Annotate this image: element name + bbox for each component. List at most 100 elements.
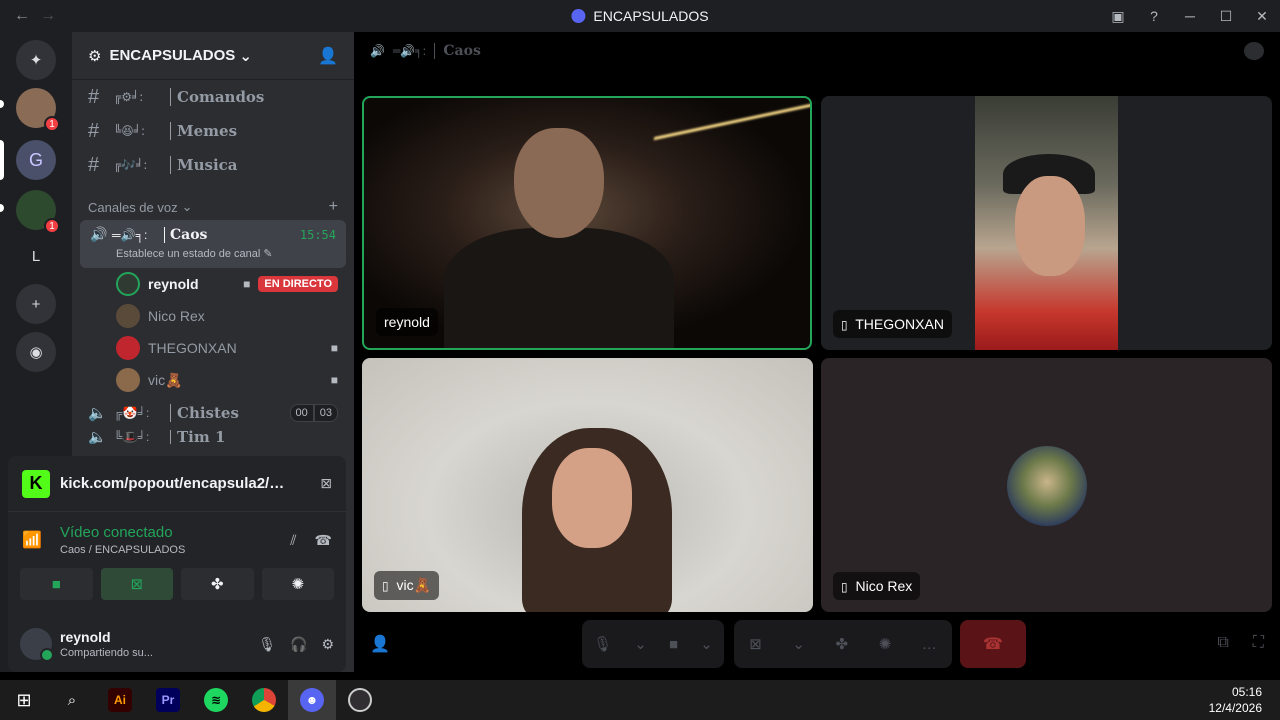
discord-home-icon[interactable]: ✦	[16, 40, 56, 80]
tile-label: ▯ Nico Rex	[833, 572, 921, 600]
tile-label: reynold	[376, 308, 438, 336]
channel-label: Musica	[170, 156, 238, 174]
microphone-icon[interactable]: 🎙	[593, 635, 612, 653]
call-view: 🔊 ═🔊╕: Caos reynold ▯ THEGONXAN ▯ vic🧸 ▯…	[354, 32, 1280, 672]
screen-share-button[interactable]: ⊠	[100, 568, 173, 600]
video-tile-nico-rex[interactable]: ▯ Nico Rex	[821, 358, 1272, 612]
popout-icon[interactable]: ⧉	[1217, 634, 1228, 652]
video-tile-thegonxan[interactable]: ▯ THEGONXAN	[821, 96, 1272, 350]
voice-connection: 📶 Vídeo conectado Caos / ENCAPSULADOS ⫽ …	[8, 512, 346, 568]
rail-server-1[interactable]: 1	[16, 88, 60, 132]
pencil-icon: ✎	[263, 248, 273, 260]
channel-status[interactable]: Establece un estado de canal ✎	[116, 247, 336, 260]
premiere-icon[interactable]: Pr	[144, 680, 192, 720]
live-badge: EN DIRECTO	[258, 276, 338, 292]
chat-icon[interactable]	[1244, 42, 1264, 60]
voice-location[interactable]: Caos / ENCAPSULADOS	[60, 544, 185, 556]
chevron-down-icon[interactable]: ⌄	[634, 635, 647, 653]
system-clock[interactable]: 05:16 12/4/2026	[1209, 684, 1262, 716]
help-icon[interactable]: ?	[1136, 8, 1172, 24]
obs-icon[interactable]	[336, 680, 384, 720]
disconnect-icon[interactable]: ☎	[315, 532, 332, 549]
video-tile-reynold[interactable]: reynold	[362, 96, 812, 350]
camera-icon[interactable]: ■	[669, 636, 678, 653]
maximize-icon[interactable]: ☐	[1208, 8, 1244, 25]
channel-deco: ═🔊╕:	[112, 227, 148, 242]
search-icon[interactable]: ⌕	[48, 680, 96, 720]
windows-start-icon[interactable]: ⊞	[0, 680, 48, 720]
rail-server-encapsulados[interactable]: G	[16, 140, 56, 180]
call-controls: 👤 🎙 ⌄ ■ ⌄ ⊠ ⌄ ✤ ✺ … ☎ ⧉ ⛶	[354, 620, 1280, 670]
member-nico-rex[interactable]: Nico Rex	[72, 300, 354, 332]
server-header[interactable]: ⚙ ENCAPSULADOS ⌄ 👤	[72, 32, 354, 80]
avatar	[116, 368, 140, 392]
microphone-icon[interactable]: 🎙	[258, 636, 276, 653]
more-icon[interactable]: …	[922, 636, 937, 653]
camera-button[interactable]: ■	[20, 568, 93, 600]
stop-stream-icon[interactable]: ⊠	[320, 475, 332, 492]
rail-server-3[interactable]: 1	[16, 190, 60, 234]
camera-icon: ■	[330, 373, 338, 387]
signal-icon: 📶	[22, 532, 42, 549]
member-name: THEGONXAN	[148, 340, 237, 356]
mobile-icon: ▯	[841, 318, 848, 332]
camera-icon: ■	[243, 277, 251, 291]
voice-panel: K kick.com/popout/encapsula2/c... ⊠ 📶 Ví…	[8, 456, 346, 672]
hangup-button[interactable]: ☎	[960, 620, 1026, 668]
member-thegonxan[interactable]: THEGONXAN ■	[72, 332, 354, 364]
settings-icon[interactable]: ⚙	[321, 636, 334, 653]
noise-suppression-icon[interactable]: ⫽	[290, 532, 296, 549]
soundboard-button[interactable]: ✺	[261, 568, 334, 600]
activities-icon[interactable]: ✤	[835, 635, 848, 653]
voice-channel-caos[interactable]: 🔊 ═🔊╕: Caos 15:54 Establece un estado de…	[80, 220, 346, 268]
discover-icon[interactable]: ◉	[16, 332, 56, 372]
voice-category[interactable]: Canales de voz ⌄ +	[72, 196, 354, 218]
member-vic[interactable]: vic🧸 ■	[72, 364, 354, 396]
channel-comandos[interactable]: # ╔⚙╛: Comandos	[72, 80, 354, 114]
window-title: ENCAPSULADOS	[571, 8, 709, 24]
headphones-icon[interactable]: 🎧	[290, 636, 307, 653]
back-arrow-icon[interactable]: ←	[14, 7, 30, 25]
channel-label: Tim 1	[170, 430, 225, 444]
category-label: Canales de voz	[88, 199, 178, 215]
channel-memes[interactable]: # ╚😆╛: Memes	[72, 114, 354, 148]
chevron-down-icon[interactable]: ⌄	[792, 635, 805, 653]
channel-label: Caos	[164, 226, 207, 243]
voice-channel-tim[interactable]: 🔈 ╚🎩╛: Tim 1	[72, 430, 354, 444]
server-logo-icon	[571, 9, 586, 23]
camera-icon: ■	[330, 341, 338, 355]
screen-share-icon[interactable]: ⊠	[749, 635, 762, 653]
soundboard-icon[interactable]: ✺	[879, 635, 892, 653]
channel-deco: ╔🎶╛:	[114, 158, 148, 172]
mention-badge: 1	[44, 218, 60, 234]
rail-server-l[interactable]: L	[16, 236, 56, 276]
activities-button[interactable]: ✤	[181, 568, 254, 600]
member-reynold[interactable]: reynold ■ EN DIRECTO	[72, 268, 354, 300]
add-channel-icon[interactable]: +	[329, 198, 338, 216]
avatar	[116, 272, 140, 296]
channel-musica[interactable]: # ╔🎶╛: Musica	[72, 148, 354, 182]
hash-icon: #	[88, 119, 100, 142]
invite-to-call-icon[interactable]: 👤	[370, 634, 390, 654]
inbox-icon[interactable]: ▣	[1100, 8, 1136, 25]
user-avatar[interactable]	[20, 628, 54, 662]
illustrator-icon[interactable]: Ai	[96, 680, 144, 720]
chrome-icon[interactable]	[240, 680, 288, 720]
chevron-down-icon[interactable]: ⌄	[700, 635, 713, 653]
add-server-icon[interactable]: +	[16, 284, 56, 324]
activity-row[interactable]: K kick.com/popout/encapsula2/c... ⊠	[8, 456, 346, 512]
video-tile-vic[interactable]: ▯ vic🧸	[362, 358, 813, 612]
spotify-icon[interactable]: ≋	[192, 680, 240, 720]
voice-status[interactable]: Vídeo conectado	[60, 524, 185, 541]
fullscreen-icon[interactable]: ⛶	[1253, 634, 1264, 652]
close-icon[interactable]: ✕	[1244, 8, 1280, 25]
kick-logo-icon: K	[22, 469, 50, 498]
voice-channel-chistes[interactable]: 🔈 ╔🤡╛: Chistes 00 03	[72, 396, 354, 430]
forward-arrow-icon[interactable]: →	[40, 7, 56, 25]
member-name: reynold	[148, 276, 199, 292]
tile-label: ▯ vic🧸	[374, 571, 440, 600]
hash-icon: #	[88, 153, 100, 176]
discord-icon[interactable]: ☻	[288, 680, 336, 720]
minimize-icon[interactable]: ─	[1172, 8, 1208, 24]
invite-icon[interactable]: 👤	[318, 46, 338, 66]
